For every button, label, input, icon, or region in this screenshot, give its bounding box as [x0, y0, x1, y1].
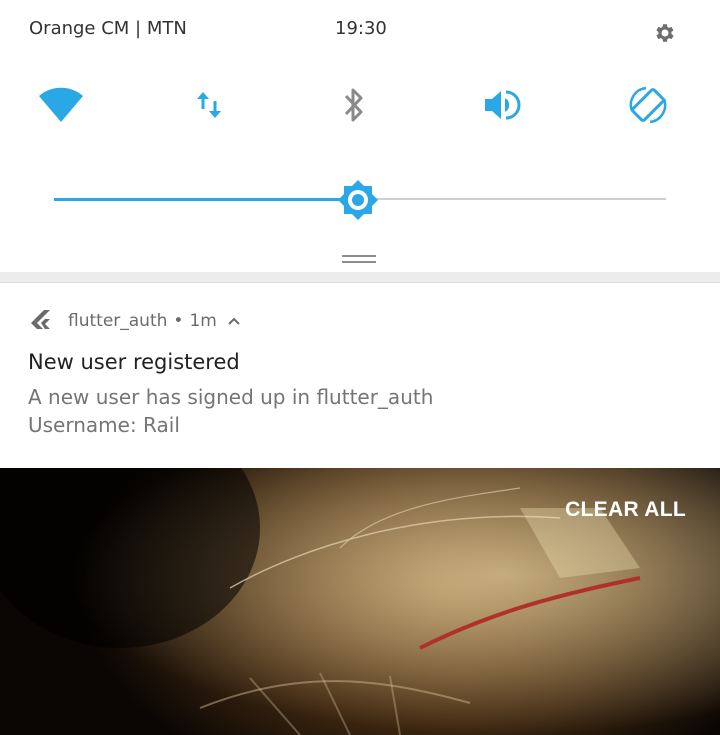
clear-all-button[interactable]: CLEAR ALL: [565, 498, 686, 522]
brightness-icon: [338, 180, 378, 220]
bluetooth-tile[interactable]: [329, 82, 379, 128]
notification-header[interactable]: flutter_auth • 1m: [28, 307, 241, 335]
notification-app-name: flutter_auth: [68, 311, 168, 331]
panel-divider: [0, 272, 720, 283]
wallpaper-image: CLEAR ALL: [0, 468, 720, 735]
chevron-up-icon[interactable]: [227, 316, 241, 326]
brightness-track[interactable]: [358, 198, 666, 200]
brightness-track-filled: [54, 198, 358, 201]
quick-settings-panel: Orange CM | MTN 19:30: [0, 0, 720, 272]
flutter-icon: [31, 310, 50, 329]
auto-rotate-tile[interactable]: [623, 82, 673, 128]
drag-handle[interactable]: [342, 255, 376, 267]
mobile-data-tile[interactable]: [184, 82, 234, 128]
notification-time: 1m: [189, 311, 217, 331]
data-transfer-icon: [197, 92, 221, 118]
notification-username: Username: Rail: [28, 413, 180, 437]
carrier-label: Orange CM | MTN: [29, 18, 187, 39]
settings-button[interactable]: [650, 18, 680, 48]
auto-rotate-icon: [629, 86, 667, 124]
wifi-tile[interactable]: [36, 82, 86, 128]
brightness-slider-thumb[interactable]: [336, 178, 380, 222]
notification-body: A new user has signed up in flutter_auth…: [28, 383, 433, 439]
wifi-icon: [39, 87, 83, 122]
notification-body-line: A new user has signed up in flutter_auth: [28, 385, 434, 409]
notification-card[interactable]: flutter_auth • 1m New user registered A …: [0, 283, 720, 468]
notification-title: New user registered: [28, 350, 240, 374]
clock: 19:30: [335, 18, 387, 39]
volume-tile[interactable]: [476, 82, 526, 128]
bluetooth-icon: [344, 88, 363, 122]
volume-icon: [485, 90, 521, 120]
notification-separator: •: [173, 311, 184, 331]
gear-icon: [656, 24, 674, 42]
